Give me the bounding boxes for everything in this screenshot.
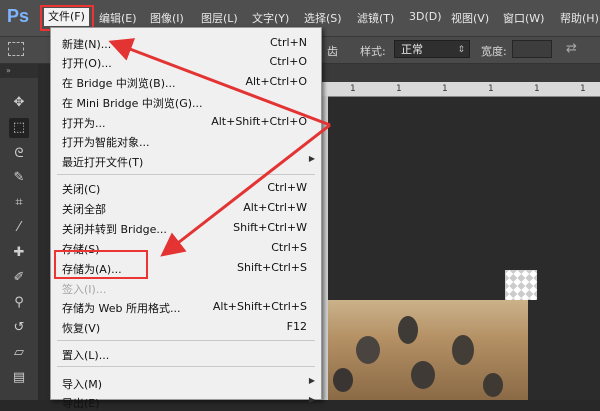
arrow-to-new xyxy=(108,38,331,127)
annotation-arrows xyxy=(108,38,331,257)
arrow-to-save-as xyxy=(160,123,331,257)
